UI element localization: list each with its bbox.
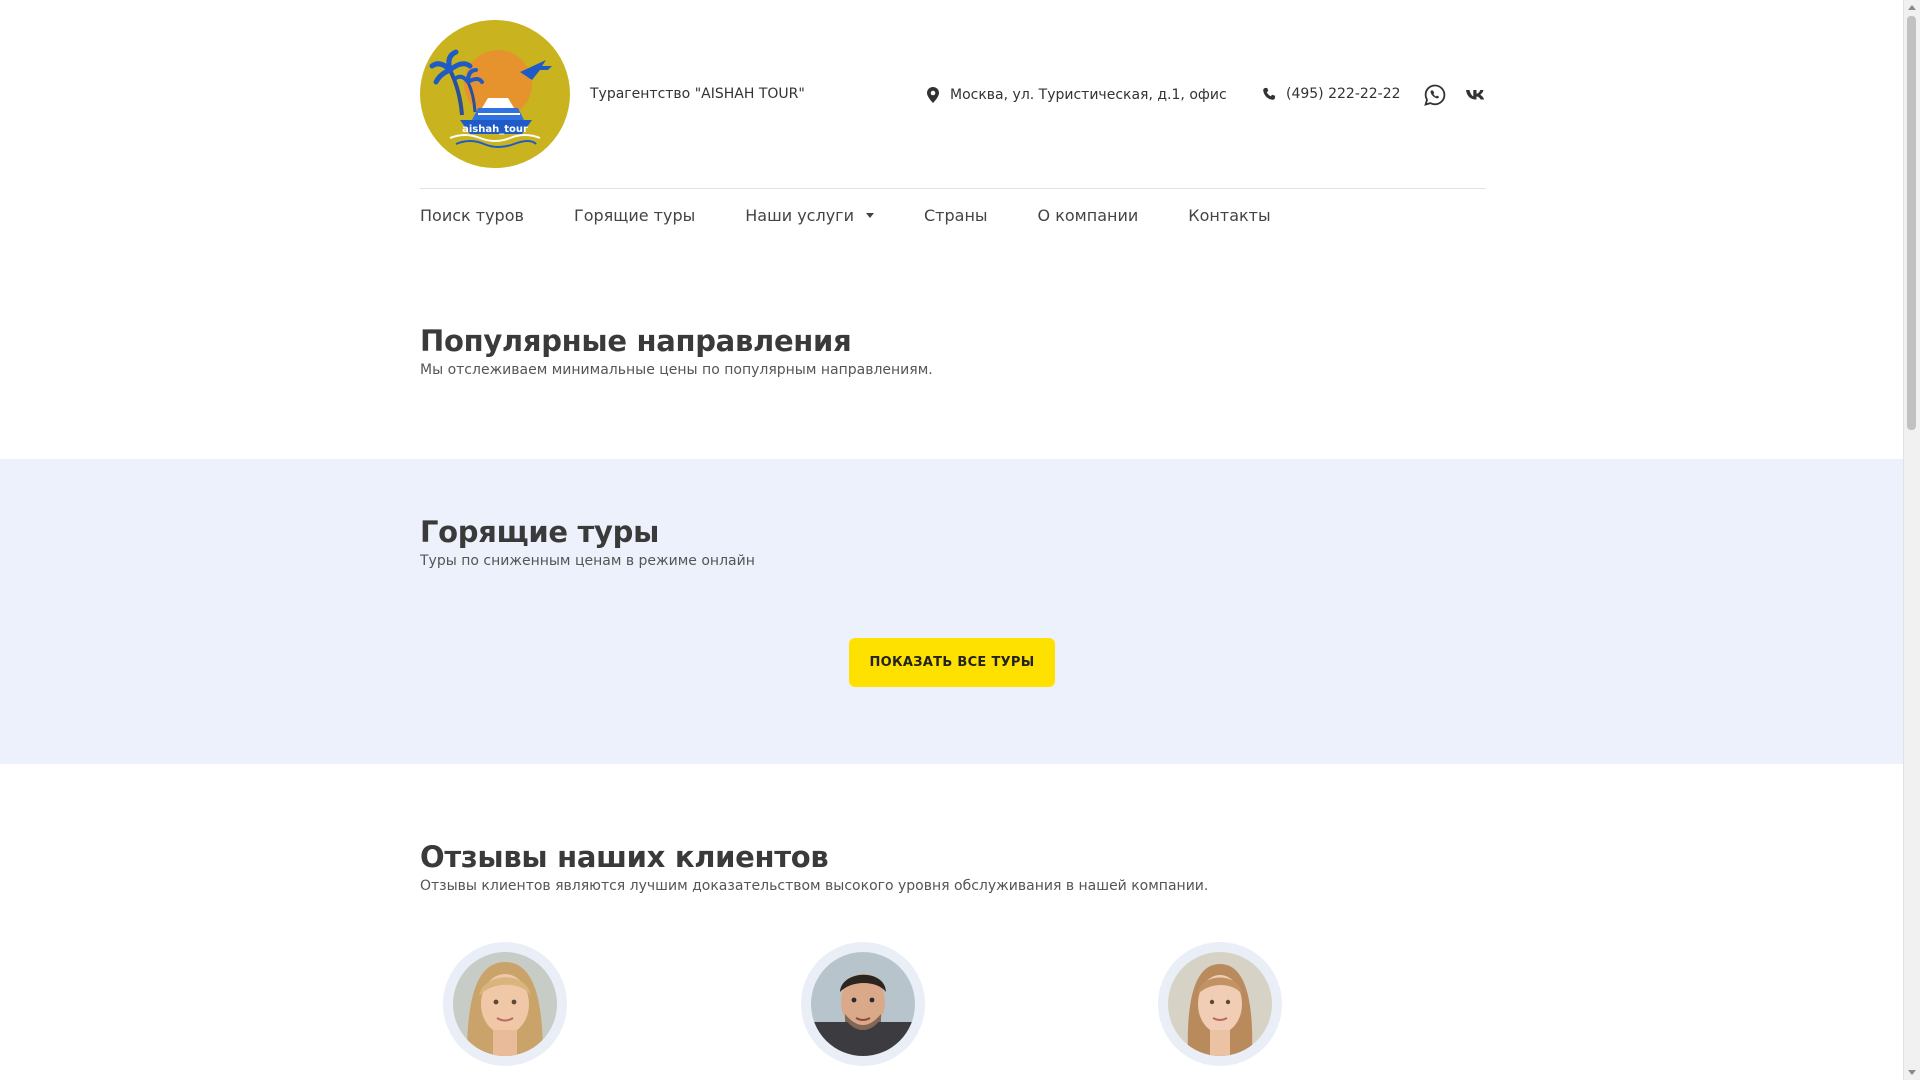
- popular-subtitle: Мы отслеживаем минимальные цены по попул…: [420, 362, 933, 378]
- logo-graphic: aishah_tour: [421, 20, 569, 168]
- client-photo-2: [811, 952, 915, 1056]
- brand-name: Турагентство "AISHAH TOUR": [590, 86, 805, 102]
- phone-icon: [1263, 87, 1276, 100]
- nav-item-countries[interactable]: Страны: [924, 203, 988, 227]
- avatar: [1158, 942, 1282, 1066]
- scroll-up-arrow-icon[interactable]: [1908, 5, 1916, 10]
- show-all-tours-button[interactable]: ПОКАЗАТЬ ВСЕ ТУРЫ: [849, 638, 1055, 687]
- nav-item-about[interactable]: О компании: [1038, 203, 1139, 227]
- address: Москва, ул. Туристическая, д.1, офис: [926, 86, 1227, 104]
- phone[interactable]: (495) 222-22-22: [1262, 86, 1401, 102]
- hot-tours-section: [0, 459, 1904, 764]
- client-photo-1: [453, 952, 557, 1056]
- hot-tours-subtitle: Туры по сниженным ценам в режиме онлайн: [420, 553, 755, 569]
- nav-item-services[interactable]: Наши услуги: [745, 203, 874, 227]
- avatar: [443, 942, 567, 1066]
- nav-item-services-label: Наши услуги: [745, 205, 854, 225]
- chevron-down-icon: [865, 212, 874, 218]
- nav-item-contacts[interactable]: Контакты: [1188, 203, 1270, 227]
- vk-icon[interactable]: [1463, 83, 1487, 107]
- popular-title: Популярные направления: [420, 324, 852, 358]
- whatsapp-icon[interactable]: [1423, 83, 1447, 107]
- address-text: Москва, ул. Туристическая, д.1, офис: [950, 87, 1227, 103]
- site-logo[interactable]: aishah_tour: [420, 20, 570, 168]
- main-nav: Поиск туров Горящие туры Наши услуги Стр…: [420, 203, 1321, 227]
- scrollbar-thumb[interactable]: [1907, 16, 1916, 430]
- nav-item-tour-search[interactable]: Поиск туров: [420, 203, 524, 227]
- avatar: [801, 942, 925, 1066]
- client-photo-3: [1168, 952, 1272, 1056]
- reviews-subtitle: Отзывы клиентов являются лучшим доказате…: [420, 878, 1209, 894]
- hot-tours-title: Горящие туры: [420, 515, 660, 549]
- page: aishah_tour Турагентство "AISHAH TOUR" М…: [0, 0, 1904, 1080]
- phone-number[interactable]: (495) 222-22-22: [1286, 86, 1401, 102]
- header-divider: [420, 188, 1486, 189]
- map-pin-icon: [927, 87, 939, 103]
- reviews-title: Отзывы наших клиентов: [420, 840, 829, 874]
- scroll-down-arrow-icon[interactable]: [1908, 1070, 1916, 1075]
- nav-item-hot-tours[interactable]: Горящие туры: [574, 203, 695, 227]
- page-scrollbar[interactable]: [1903, 0, 1920, 1080]
- logo-text: aishah_tour: [462, 124, 528, 135]
